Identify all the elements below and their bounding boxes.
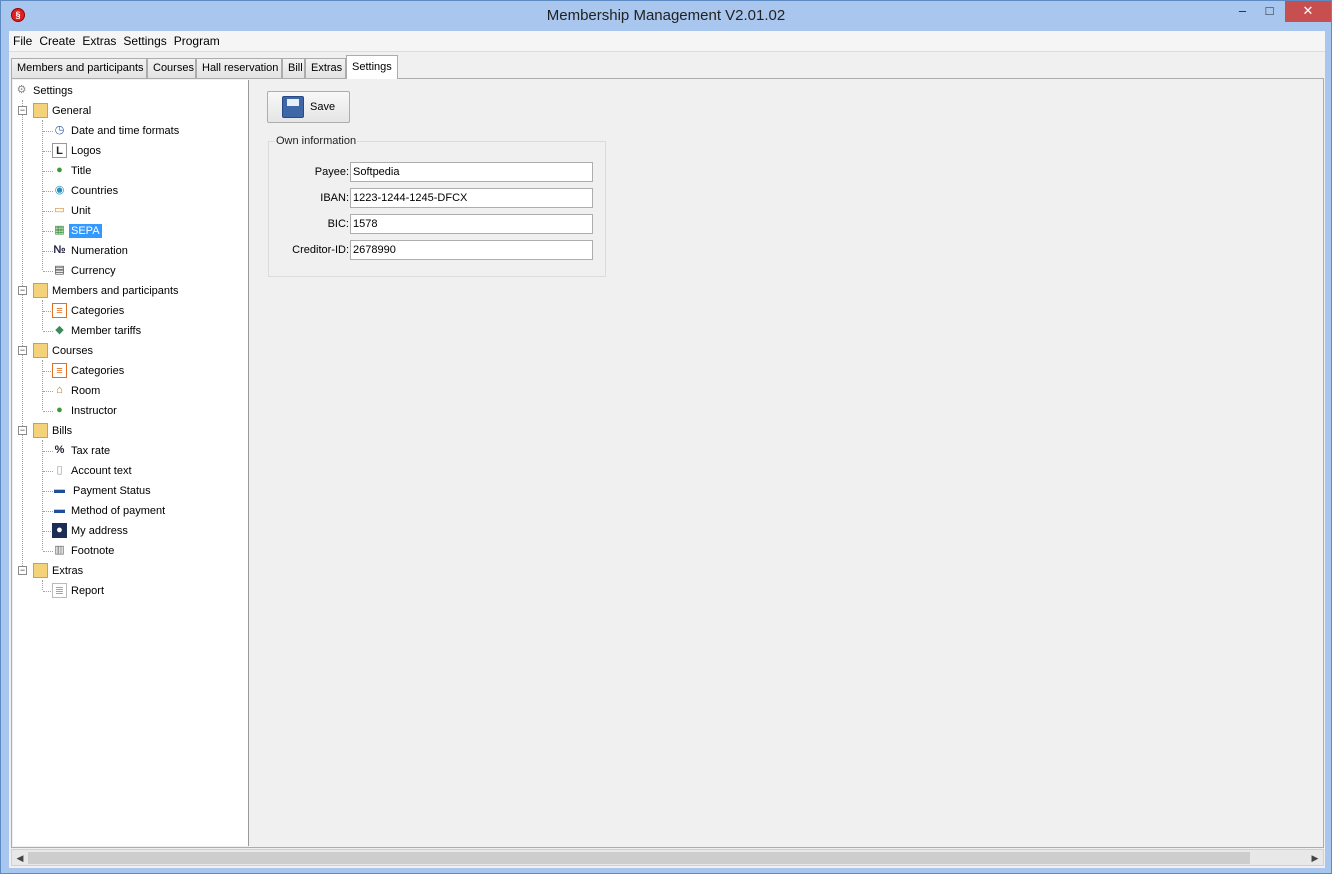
- tree-line: [42, 580, 43, 590]
- client-area: Members and participants Courses Hall re…: [9, 52, 1325, 868]
- folder-icon: [33, 423, 48, 438]
- title-bar: § Membership Management V2.01.02 – □ ✕: [1, 1, 1331, 31]
- collapse-icon[interactable]: −: [18, 106, 27, 115]
- contact-card-icon: ●: [52, 523, 67, 538]
- gear-icon: ⚙: [16, 84, 27, 96]
- payment-card-icon: ▬: [54, 484, 65, 496]
- percent-icon: %: [54, 444, 65, 456]
- tab-bill[interactable]: Bill: [282, 58, 305, 78]
- iban-label: IBAN:: [320, 192, 349, 204]
- tab-settings[interactable]: Settings: [346, 55, 398, 79]
- categories-icon: ≡: [52, 363, 67, 378]
- clock-icon: ◷: [54, 124, 65, 136]
- maximize-button[interactable]: □: [1256, 1, 1283, 22]
- payee-label: Payee:: [314, 166, 349, 178]
- minimize-button[interactable]: –: [1229, 1, 1256, 22]
- folder-icon: [33, 563, 48, 578]
- bic-label: BIC:: [327, 218, 349, 230]
- settings-panel: ⚙ Settings − General ◷ Date and time for…: [11, 78, 1324, 848]
- close-button[interactable]: ✕: [1285, 1, 1331, 22]
- bic-field[interactable]: 1578: [350, 214, 593, 234]
- person-icon: ●: [56, 404, 63, 416]
- save-button[interactable]: Save: [267, 91, 350, 123]
- footnote-icon: ▥: [54, 544, 65, 556]
- tree-line: [22, 100, 23, 572]
- logo-icon: L: [52, 143, 67, 158]
- menu-extras[interactable]: Extras: [78, 31, 119, 48]
- sepa-settings-content: Save Own information Payee: Softpedia IB…: [252, 80, 1323, 846]
- tab-extras[interactable]: Extras: [305, 58, 346, 78]
- tab-courses[interactable]: Courses: [147, 58, 196, 78]
- person-icon: ●: [56, 164, 63, 176]
- menu-program[interactable]: Program: [170, 31, 223, 48]
- globe-icon: ◉: [54, 184, 65, 196]
- tab-hall-reservation[interactable]: Hall reservation: [196, 58, 282, 78]
- window-title: Membership Management V2.01.02: [546, 7, 786, 24]
- folder-icon: [33, 343, 48, 358]
- menu-settings[interactable]: Settings: [119, 31, 169, 48]
- categories-icon: ≡: [52, 303, 67, 318]
- menu-bar: File Create Extras Settings Program: [9, 31, 1325, 52]
- tree-line: [42, 440, 43, 550]
- numero-icon: №: [53, 244, 66, 256]
- tariff-icon: ◆: [55, 324, 64, 336]
- scroll-thumb[interactable]: [28, 852, 1250, 864]
- collapse-icon[interactable]: −: [18, 566, 27, 575]
- app-window: § Membership Management V2.01.02 – □ ✕ F…: [0, 0, 1332, 874]
- creditor-id-row: Creditor-ID: 2678990: [269, 240, 607, 260]
- document-icon: ▯: [56, 464, 63, 476]
- creditor-id-field[interactable]: 2678990: [350, 240, 593, 260]
- collapse-icon[interactable]: −: [18, 346, 27, 355]
- horizontal-scrollbar[interactable]: ◀ ▶: [11, 849, 1324, 866]
- scroll-left-icon[interactable]: ◀: [13, 851, 27, 865]
- payee-field[interactable]: Softpedia: [350, 162, 593, 182]
- report-icon: ≣: [52, 583, 67, 598]
- house-icon: ⌂: [56, 384, 63, 396]
- iban-row: IBAN: 1223-1244-1245-DFCX: [269, 188, 607, 208]
- currency-icon: ▤: [54, 264, 65, 276]
- iban-field[interactable]: 1223-1244-1245-DFCX: [350, 188, 593, 208]
- grid-icon: ▦: [54, 224, 65, 236]
- menu-create[interactable]: Create: [35, 31, 78, 48]
- folder-icon: [33, 283, 48, 298]
- settings-tree: ⚙ Settings − General ◷ Date and time for…: [13, 80, 249, 846]
- menu-file[interactable]: File: [9, 31, 35, 48]
- folder-icon: [33, 103, 48, 118]
- tree-line: [42, 120, 43, 270]
- bic-row: BIC: 1578: [269, 214, 607, 234]
- group-title: Own information: [275, 135, 358, 147]
- creditor-id-label: Creditor-ID:: [292, 244, 349, 256]
- tree-line: [42, 300, 43, 330]
- floppy-disk-icon: [282, 96, 304, 118]
- payee-row: Payee: Softpedia: [269, 162, 607, 182]
- scroll-right-icon[interactable]: ▶: [1308, 851, 1322, 865]
- tab-members-and-participants[interactable]: Members and participants: [11, 58, 147, 78]
- collapse-icon[interactable]: −: [18, 286, 27, 295]
- tree-line: [42, 360, 43, 410]
- own-information-group: Own information Payee: Softpedia IBAN: 1…: [268, 135, 607, 277]
- unit-icon: ▭: [54, 204, 65, 216]
- collapse-icon[interactable]: −: [18, 426, 27, 435]
- payment-card-icon: ▬: [54, 504, 65, 516]
